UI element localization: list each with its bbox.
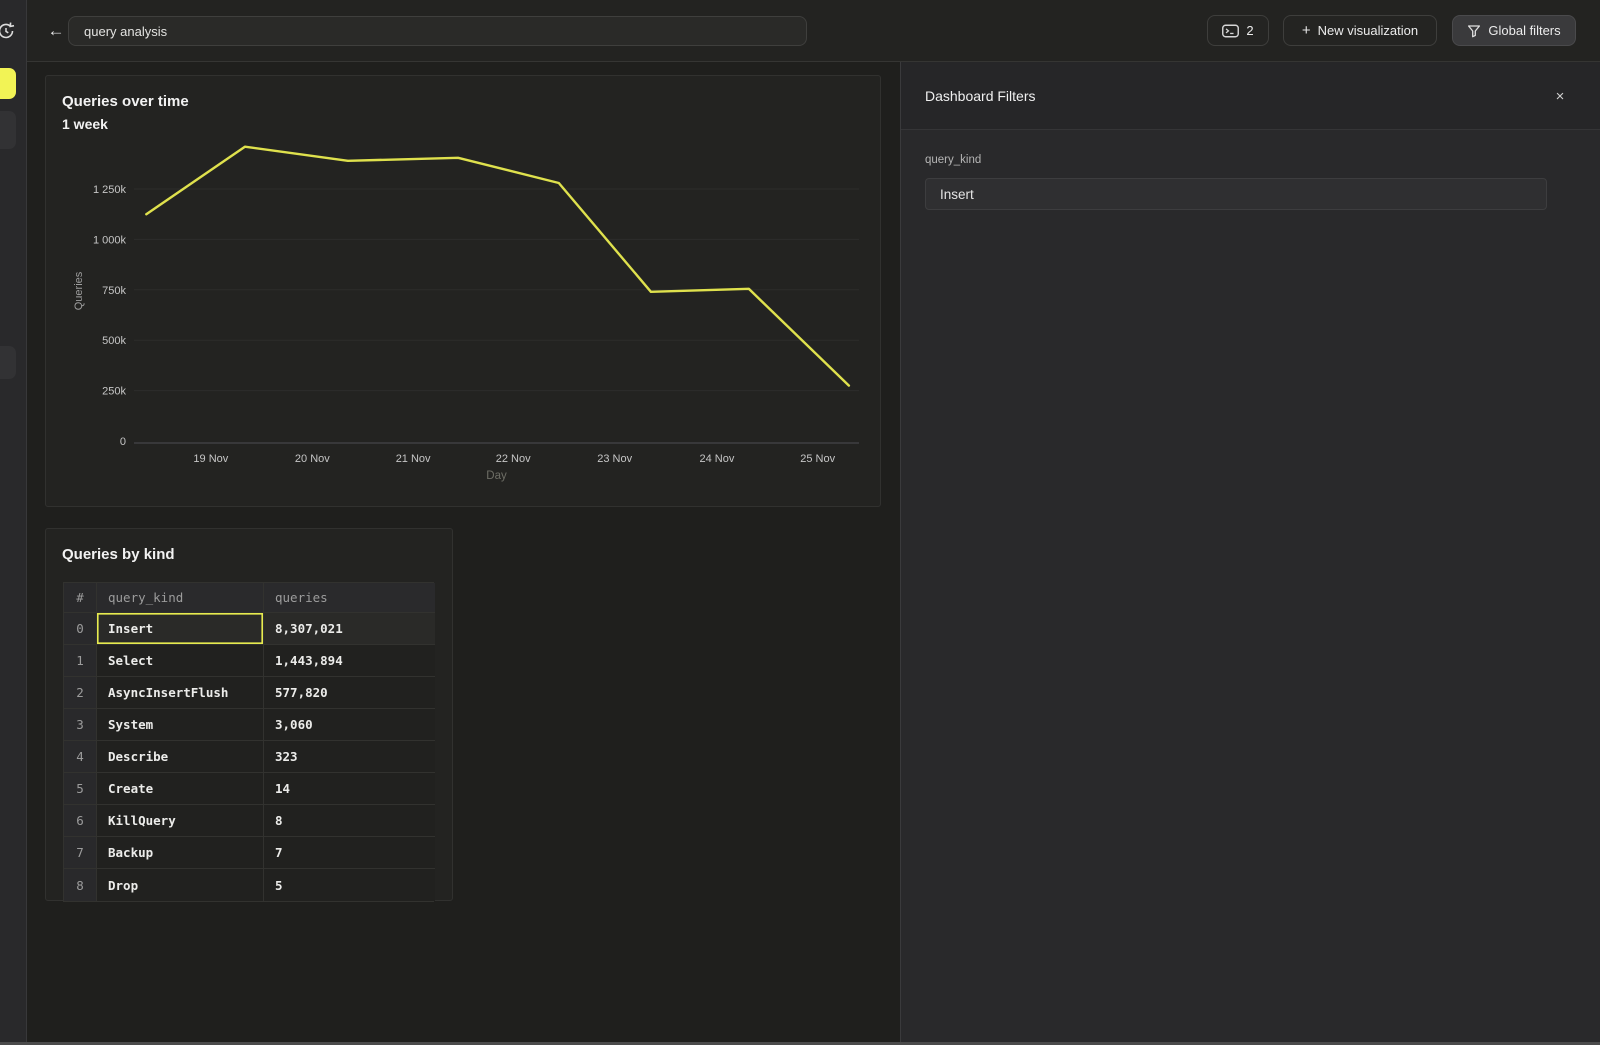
table-header-query_kind: query_kind	[97, 583, 264, 613]
dashboard-filters-panel: Dashboard Filters × query_kind	[900, 62, 1600, 1045]
row-index: 1	[64, 645, 97, 677]
queries-over-time-card: Queries over time 1 week 1 250k1 000k750…	[45, 75, 881, 507]
filters-panel-header: Dashboard Filters ×	[901, 62, 1600, 130]
svg-text:24 Nov: 24 Nov	[699, 453, 734, 465]
table-cell-query_kind[interactable]: Select	[97, 645, 264, 677]
global-filters-label: Global filters	[1488, 23, 1560, 38]
terminal-icon	[1222, 24, 1239, 38]
table-cell-query_kind[interactable]: System	[97, 709, 264, 741]
table-cell-queries[interactable]: 8	[264, 805, 435, 837]
funnel-icon	[1467, 24, 1481, 38]
svg-text:Day: Day	[486, 470, 507, 482]
queries-by-kind-table: #query_kindqueries 0Insert8,307,021 1Selec…	[63, 582, 434, 902]
row-index: 0	[64, 613, 97, 645]
svg-text:750k: 750k	[102, 285, 126, 297]
query-kind-filter-input[interactable]	[925, 178, 1547, 210]
table-cell-query_kind[interactable]: Describe	[97, 741, 264, 773]
svg-text:1 250k: 1 250k	[93, 184, 127, 196]
row-index: 8	[64, 869, 97, 901]
sidebar-item[interactable]	[0, 111, 16, 149]
table-cell-queries[interactable]: 14	[264, 773, 435, 805]
dashboard-name-input[interactable]	[68, 16, 807, 46]
svg-text:19 Nov: 19 Nov	[193, 453, 228, 465]
row-index: 5	[64, 773, 97, 805]
table-title: Queries by kind	[62, 546, 175, 563]
table-cell-query_kind[interactable]: Drop	[97, 869, 264, 901]
table-cell-query_kind[interactable]: AsyncInsertFlush	[97, 677, 264, 709]
table-cell-query_kind[interactable]: Create	[97, 773, 264, 805]
filter-field-label: query_kind	[925, 154, 981, 166]
svg-text:21 Nov: 21 Nov	[396, 453, 431, 465]
close-icon[interactable]: ×	[1548, 84, 1572, 108]
row-index: 6	[64, 805, 97, 837]
table-cell-queries[interactable]: 323	[264, 741, 435, 773]
console-count: 2	[1246, 23, 1253, 38]
queries-by-kind-card: Queries by kind #query_kindqueries 0Inser…	[45, 528, 453, 901]
svg-text:0: 0	[120, 436, 126, 448]
sidebar-item[interactable]	[0, 346, 16, 379]
new-visualization-label: New visualization	[1318, 23, 1418, 38]
svg-text:250k: 250k	[102, 386, 126, 398]
table-cell-query_kind[interactable]: Insert	[97, 613, 264, 645]
sidebar-item-current-dashboard[interactable]	[0, 68, 16, 99]
table-cell-query_kind[interactable]: KillQuery	[97, 805, 264, 837]
row-index: 3	[64, 709, 97, 741]
filters-panel-title: Dashboard Filters	[925, 88, 1036, 104]
table-cell-queries[interactable]: 577,820	[264, 677, 435, 709]
queries-over-time-chart: 1 250k 1 000k 750k 500k 250k 0 19 Nov 20 Nov 21 …	[46, 76, 882, 507]
global-filters-button[interactable]: Global filters	[1452, 15, 1576, 46]
svg-text:22 Nov: 22 Nov	[496, 453, 531, 465]
table-cell-queries[interactable]: 1,443,894	[264, 645, 435, 677]
table-cell-query_kind[interactable]: Backup	[97, 837, 264, 869]
plus-icon: +	[1302, 22, 1311, 39]
console-count-button[interactable]: 2	[1207, 15, 1269, 46]
history-icon[interactable]	[0, 20, 17, 42]
dashboard-canvas: Queries over time 1 week 1 250k1 000k750…	[27, 62, 900, 1045]
svg-text:25 Nov: 25 Nov	[800, 453, 835, 465]
svg-text:500k: 500k	[102, 335, 126, 347]
svg-text:23 Nov: 23 Nov	[597, 453, 632, 465]
table-cell-queries[interactable]: 7	[264, 837, 435, 869]
table-header-queries: queries	[264, 583, 435, 613]
back-button[interactable]: ←	[41, 15, 71, 46]
left-rail	[0, 0, 27, 1045]
new-visualization-button[interactable]: + New visualization	[1283, 15, 1437, 46]
svg-text:1 000k: 1 000k	[93, 234, 127, 246]
top-bar: ← 2 + New visualization Global filters	[27, 0, 1600, 62]
row-index: 2	[64, 677, 97, 709]
svg-text:Queries: Queries	[73, 271, 85, 310]
table-header-index: #	[64, 583, 97, 613]
table-cell-queries[interactable]: 5	[264, 869, 435, 901]
table-cell-queries[interactable]: 8,307,021	[264, 613, 435, 645]
row-index: 4	[64, 741, 97, 773]
row-index: 7	[64, 837, 97, 869]
table-cell-queries[interactable]: 3,060	[264, 709, 435, 741]
svg-text:20 Nov: 20 Nov	[295, 453, 330, 465]
